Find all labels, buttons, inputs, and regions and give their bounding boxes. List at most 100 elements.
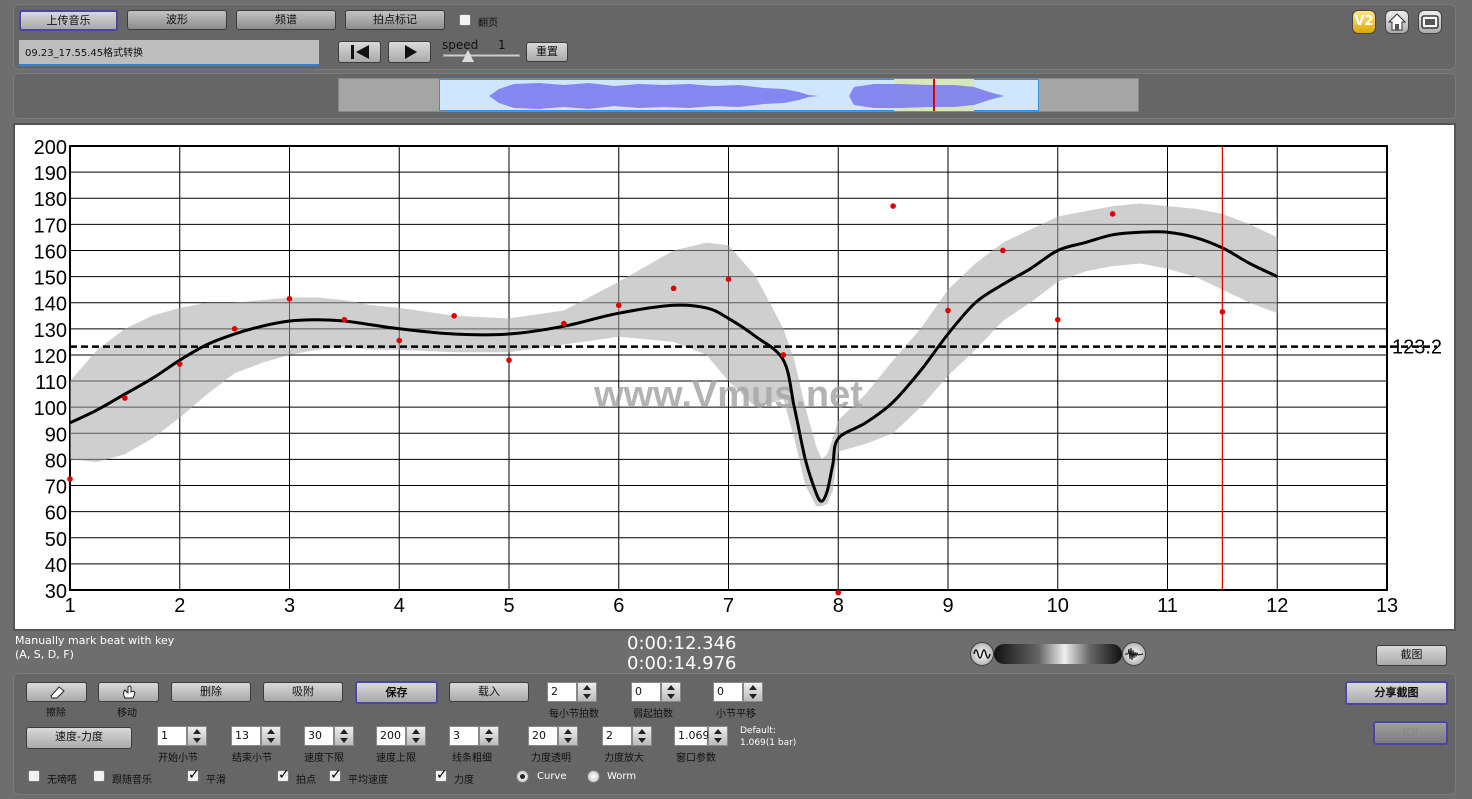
beat-point[interactable] (1000, 247, 1006, 254)
line-width-stepper[interactable]: 3 (449, 726, 501, 746)
volume-slider[interactable] (994, 644, 1122, 664)
y-tick-label: 60 (45, 503, 67, 525)
beats-per-bar-stepper[interactable]: 2 (547, 682, 599, 702)
beat-point[interactable] (670, 285, 677, 292)
stepper-arrows-icon[interactable] (261, 726, 281, 746)
line-width-label: 线条粗细 (452, 753, 492, 764)
dynamics-checkbox[interactable] (435, 767, 448, 783)
page-turn-checkbox[interactable] (459, 14, 471, 26)
stepper-arrows-icon[interactable] (334, 726, 354, 746)
x-tick-label: 9 (942, 595, 953, 617)
beat-point[interactable] (561, 320, 567, 327)
beat-point[interactable] (1219, 309, 1226, 315)
beat-points-checkbox[interactable] (277, 767, 290, 783)
beat-point[interactable] (890, 203, 896, 209)
share-screenshot-button[interactable]: 分享截图 (1345, 681, 1448, 705)
beat-point[interactable] (286, 295, 293, 302)
beat-point[interactable] (67, 476, 73, 482)
beat-point[interactable] (122, 395, 128, 401)
stepper-arrows-icon[interactable] (743, 682, 763, 702)
weak-beats-stepper[interactable]: 0 (631, 682, 683, 702)
chart-area[interactable]: 30 40 50 60 70 80 90 100 110 120 130 140 150 160 170 18… (13, 123, 1456, 631)
erase-button[interactable] (26, 682, 87, 702)
y-tick-label: 140 (34, 294, 67, 316)
tempo-max-stepper[interactable]: 200 (376, 726, 428, 746)
stepper-arrows-icon[interactable] (661, 682, 681, 702)
beat-point[interactable] (780, 352, 787, 358)
beat-points-label: 拍点 (296, 775, 316, 786)
spectrum-button[interactable]: 频谱 (236, 10, 336, 30)
save-button[interactable]: 保存 (355, 681, 438, 704)
beat-point[interactable] (945, 307, 951, 314)
fullscreen-icon[interactable] (1418, 10, 1442, 34)
home-icon[interactable] (1385, 10, 1409, 34)
snap-button[interactable]: 吸附 (263, 682, 343, 702)
smooth-checkbox[interactable] (187, 767, 200, 783)
y-tick-label: 130 (34, 320, 67, 342)
beat-point[interactable] (1109, 211, 1116, 217)
delete-button[interactable]: 删除 (171, 682, 251, 702)
dyn-opacity-stepper[interactable]: 20 (528, 726, 580, 746)
tempo-dynamics-button[interactable]: 速度-力度 (26, 727, 132, 749)
screenshot-button[interactable]: 截图 (1376, 645, 1447, 666)
beat-point[interactable] (341, 316, 348, 323)
beat-point[interactable] (725, 276, 732, 282)
dyn-scale-stepper[interactable]: 2 (602, 726, 654, 746)
ioi-button[interactable]: IOI (1373, 721, 1448, 745)
x-tick-label: 2 (174, 595, 185, 617)
worm-radio[interactable] (587, 770, 600, 783)
time-current: 0:00:12.346 (627, 633, 737, 654)
volume-control[interactable] (970, 641, 1146, 667)
stepper-arrows-icon[interactable] (558, 726, 578, 746)
tempo-chart[interactable]: 3040506070809010011012013014015016017018… (15, 125, 1454, 629)
beat-point[interactable] (835, 589, 842, 596)
beat-point[interactable] (506, 357, 512, 363)
reset-speed-button[interactable]: 重置 (526, 42, 568, 62)
speed-slider-thumb[interactable] (462, 50, 474, 62)
y-tick-label: 150 (34, 268, 67, 290)
bar-shift-stepper[interactable]: 0 (713, 682, 765, 702)
end-bar-label: 结束小节 (232, 753, 272, 764)
version-v2-badge[interactable]: V2 (1352, 10, 1376, 34)
stepper-arrows-icon[interactable] (577, 682, 597, 702)
beat-point[interactable] (231, 326, 238, 332)
dynamics-label: 力度 (454, 775, 474, 786)
stepper-arrows-icon[interactable] (187, 726, 207, 746)
tempo-max-label: 速度上限 (376, 753, 416, 764)
overview-waveform[interactable] (338, 78, 1139, 112)
waveform-button[interactable]: 波形 (127, 10, 227, 30)
filename-field[interactable]: 09.23_17.55.45格式转换 (19, 40, 319, 66)
rewind-button[interactable] (338, 41, 381, 63)
avg-tempo-checkbox[interactable] (329, 767, 342, 783)
beat-point[interactable] (451, 312, 457, 319)
move-button[interactable] (98, 682, 159, 702)
default-line1: Default: (740, 726, 776, 736)
load-button[interactable]: 载入 (449, 682, 529, 702)
y-tick-label: 120 (34, 346, 67, 368)
play-button[interactable] (388, 41, 431, 63)
beat-point[interactable] (176, 361, 183, 367)
window-stepper[interactable]: 1.069 (674, 726, 730, 746)
x-tick-label: 11 (1157, 595, 1178, 617)
stepper-arrows-icon[interactable] (479, 726, 499, 746)
curve-radio[interactable] (516, 770, 529, 783)
bar-shift-label: 小节平移 (716, 709, 756, 720)
stepper-arrows-icon[interactable] (708, 726, 728, 746)
beat-point[interactable] (396, 337, 403, 344)
weak-beats-label: 弱起拍数 (633, 709, 673, 720)
tempo-min-stepper[interactable]: 30 (304, 726, 356, 746)
stepper-arrows-icon[interactable] (406, 726, 426, 746)
stepper-arrows-icon[interactable] (632, 726, 652, 746)
beat-point[interactable] (1054, 316, 1061, 323)
speed-slider-track[interactable] (443, 54, 520, 57)
end-bar-stepper[interactable]: 13 (231, 726, 283, 746)
follow-music-checkbox[interactable] (93, 770, 105, 782)
upload-music-button[interactable]: 上传音乐 (19, 10, 118, 31)
beat-point[interactable] (615, 302, 622, 309)
no-beat-checkbox[interactable] (28, 770, 40, 782)
filename-text: 09.23_17.55.45格式转换 (25, 48, 144, 59)
beat-mark-button[interactable]: 拍点标记 (345, 10, 445, 30)
start-bar-stepper[interactable]: 1 (157, 726, 209, 746)
y-tick-label: 110 (35, 372, 67, 394)
hint-line1: Manually mark beat with key (15, 634, 175, 647)
